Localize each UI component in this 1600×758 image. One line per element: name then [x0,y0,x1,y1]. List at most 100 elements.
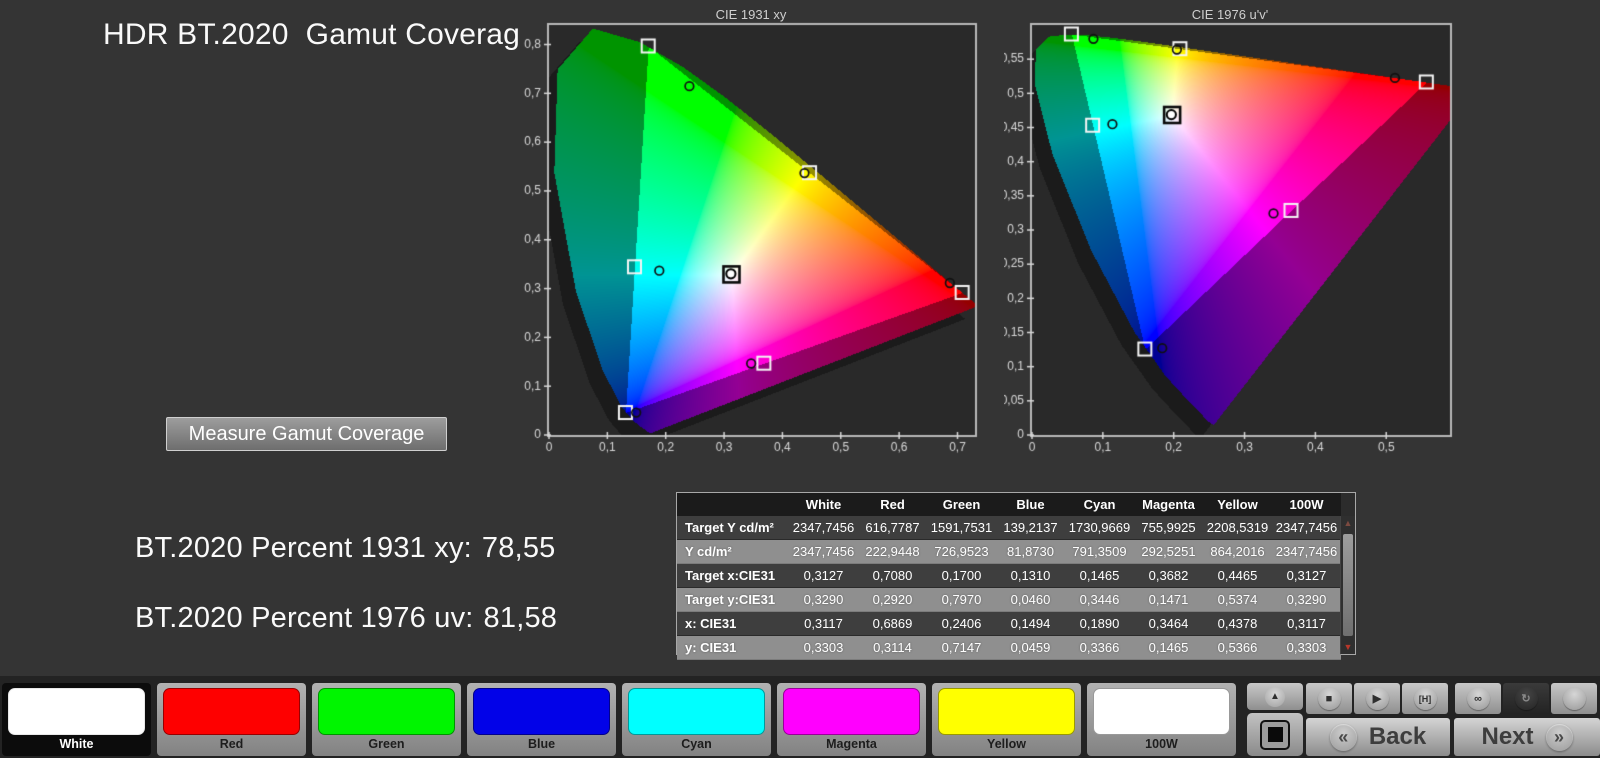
table-header-cell [677,493,789,516]
row-label-cell: Target y:CIE31 [677,588,789,612]
table-header-cell: Magenta [1134,493,1203,516]
swatch-cyan[interactable]: Cyan [622,683,771,756]
row-label-cell: Target x:CIE31 [677,564,789,588]
refresh-button[interactable]: ↻ [1503,683,1549,714]
table-scrollbar[interactable]: ▲ ▼ [1340,516,1355,654]
swatch-label: Blue [467,737,616,751]
table-cell: 791,3509 [1065,540,1134,564]
swatch-color-block [628,688,765,735]
table-cell: 292,5251 [1134,540,1203,564]
swatch-label: Magenta [777,737,926,751]
table-cell: 0,5366 [1203,636,1272,660]
table-cell: 2347,7456 [789,540,858,564]
scrollbar-thumb[interactable] [1343,534,1353,636]
table-cell: 81,8730 [996,540,1065,564]
table-row: Target x:CIE310,31270,70800,17000,13100,… [677,564,1341,588]
result-1976-label: BT.2020 Percent 1976 uv: [135,602,474,634]
table-cell: 0,1700 [927,564,996,588]
swatch-color-block [473,688,610,735]
result-percent-1976: BT.2020 Percent 1976 uv: 81,58 [135,602,557,635]
stop-button[interactable]: ■ [1306,683,1352,714]
table-cell: 0,2406 [927,612,996,636]
scroll-up-icon[interactable]: ▲ [1341,517,1355,529]
swatch-label: 100W [1087,737,1236,751]
result-1931-value: 78,55 [482,532,556,564]
next-chevron-icon: » [1546,724,1573,751]
result-1976-value: 81,58 [484,602,558,634]
table-header-cell: Red [858,493,927,516]
swatch-blue[interactable]: Blue [467,683,616,756]
table-cell: 0,7080 [858,564,927,588]
table-header-cell: Yellow [1203,493,1272,516]
nav-row: « Back Next » [1306,718,1600,756]
swatch-magenta[interactable]: Magenta [777,683,926,756]
next-button[interactable]: Next » [1454,718,1600,756]
pattern-panel: ▲ [1247,683,1303,756]
table-header-cell: White [789,493,858,516]
table-cell: 0,3303 [789,636,858,660]
swatch-color-block [8,688,145,735]
pattern-up-button[interactable]: ▲ [1247,683,1303,710]
table-cell: 0,7147 [927,636,996,660]
table-cell: 2347,7456 [1272,540,1341,564]
table-cell: 0,1494 [996,612,1065,636]
swatch-label: Cyan [622,737,771,751]
table-cell: 616,7787 [858,516,927,540]
result-1931-label: BT.2020 Percent 1931 xy: [135,532,472,564]
table-cell: 0,3464 [1134,612,1203,636]
swatch-label: Green [312,737,461,751]
table-header-cell: Green [927,493,996,516]
back-button[interactable]: « Back [1306,718,1450,756]
result-percent-1931: BT.2020 Percent 1931 xy: 78,55 [135,532,555,565]
swatch-green[interactable]: Green [312,683,461,756]
stop-icon: ■ [1318,687,1341,710]
swatch-100w[interactable]: 100W [1087,683,1236,756]
table-cell: 0,2920 [858,588,927,612]
table-cell: 0,3303 [1272,636,1341,660]
swatch-color-block [318,688,455,735]
table-header-row: WhiteRedGreenBlueCyanMagentaYellow100W [677,493,1341,516]
bracket-h-button[interactable]: [H] [1402,683,1448,714]
swatch-label: Yellow [932,737,1081,751]
table-cell: 0,1465 [1065,564,1134,588]
table-cell: 726,9523 [927,540,996,564]
blank-button[interactable] [1551,683,1597,714]
cie-1931-panel: CIE 1931 xy [520,6,982,458]
table-cell: 0,3114 [858,636,927,660]
table-row: Target Y cd/m²2347,7456616,77871591,7531… [677,516,1341,540]
bracket-h-icon: [H] [1414,687,1437,710]
table-cell: 0,3446 [1065,588,1134,612]
cie-1976-chart-canvas [1004,6,1456,458]
back-chevron-icon: « [1330,724,1357,751]
swatch-red[interactable]: Red [157,683,306,756]
swatch-yellow[interactable]: Yellow [932,683,1081,756]
table-cell: 0,5374 [1203,588,1272,612]
table-cell: 1730,9669 [1065,516,1134,540]
gamut-coverage-page: HDR BT.2020 Gamut Coverage CIE 1931 xy C… [0,0,1600,758]
table-cell: 864,2016 [1203,540,1272,564]
play-icon: ▶ [1366,687,1389,710]
swatch-white[interactable]: White [2,683,151,756]
swatch-label: White [2,737,151,751]
cie-1931-chart-canvas [520,6,982,458]
table-row: y: CIE310,33030,31140,71470,04590,33660,… [677,636,1341,660]
row-label-cell: Target Y cd/m² [677,516,789,540]
table-cell: 0,3127 [1272,564,1341,588]
table-row: x: CIE310,31170,68690,24060,14940,18900,… [677,612,1341,636]
table-cell: 0,3117 [789,612,858,636]
scroll-down-icon[interactable]: ▼ [1341,641,1355,653]
infinity-icon: ∞ [1467,687,1490,710]
play-button[interactable]: ▶ [1354,683,1400,714]
pattern-window-button[interactable] [1247,713,1303,756]
table-cell: 0,0460 [996,588,1065,612]
measure-gamut-coverage-button[interactable]: Measure Gamut Coverage [166,417,447,451]
pattern-window-icon [1260,720,1290,750]
cie-1931-title: CIE 1931 xy [520,7,982,22]
table-header-cell: 100W [1272,493,1341,516]
table-cell: 0,3290 [1272,588,1341,612]
page-title: HDR BT.2020 Gamut Coverage [103,18,537,52]
measurement-table: WhiteRedGreenBlueCyanMagentaYellow100W T… [676,492,1356,655]
table-row: Y cd/m²2347,7456222,9448726,952381,87307… [677,540,1341,564]
infinity-button[interactable]: ∞ [1455,683,1501,714]
table-cell: 2208,5319 [1203,516,1272,540]
